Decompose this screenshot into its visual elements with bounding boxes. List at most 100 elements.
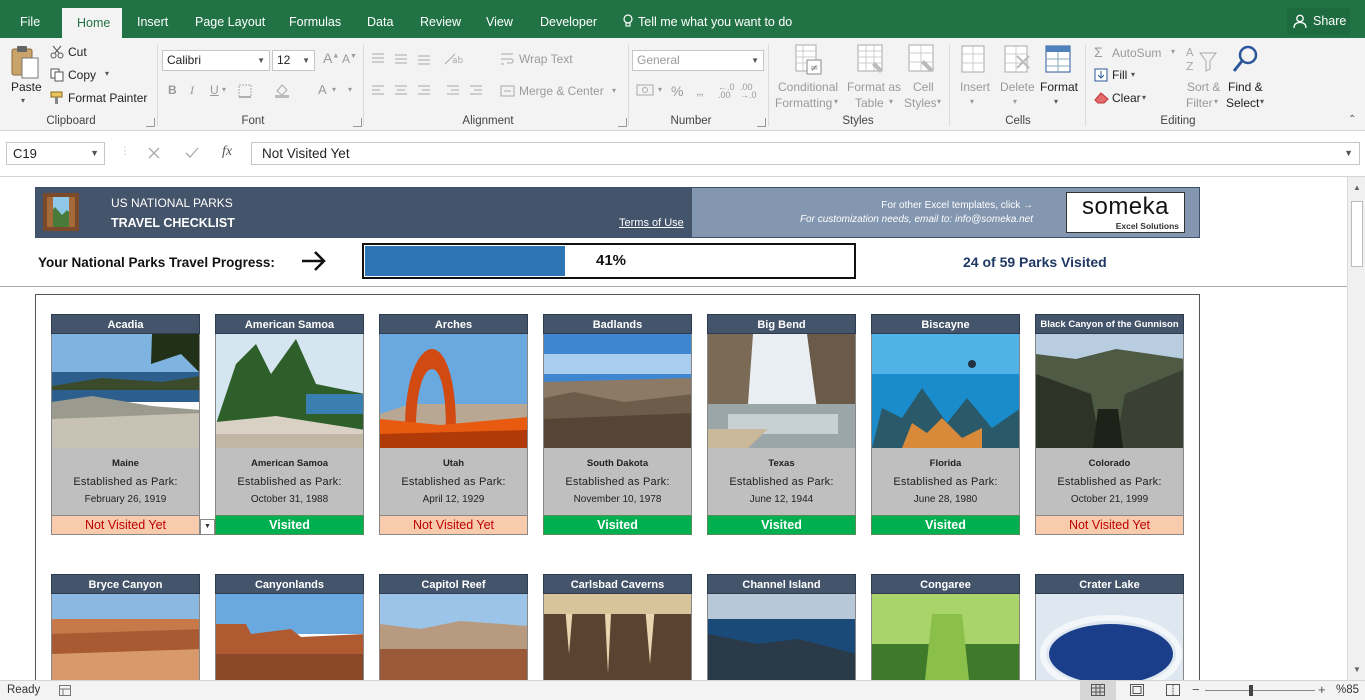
sort-chevron-icon[interactable]: ▾ [1214,97,1218,106]
comma-style-icon[interactable]: ,,, [696,84,704,98]
tell-me-search[interactable]: Tell me what you want to do [622,0,792,38]
number-format-box[interactable]: General ▼ [632,50,764,71]
font-name-box[interactable]: Calibri ▼ [162,50,270,71]
grow-font-icon[interactable]: A▲ [323,50,339,66]
cancel-icon[interactable] [148,147,160,159]
indent-icons[interactable] [446,84,486,98]
horizontal-align-icons[interactable] [371,84,441,98]
delete-cells-button[interactable]: Delete [1000,80,1035,94]
conditional-chevron-icon[interactable]: ▾ [834,97,838,106]
normal-view-button[interactable] [1080,681,1116,700]
increase-decimal-icon[interactable]: ←.0.00 [718,83,735,100]
cell-styles-button[interactable]: Cell [913,80,934,94]
share-button[interactable]: Share [1287,8,1350,35]
status-cell-acadia[interactable]: Not Visited Yet [51,515,200,535]
scroll-up-icon[interactable]: ▲ [1353,183,1361,192]
formula-input[interactable]: Not Visited Yet ▼ [251,142,1360,165]
status-cell-black-canyon[interactable]: Not Visited Yet [1035,515,1184,535]
autosum-button[interactable]: AutoSum [1112,46,1161,60]
clear-chevron-icon[interactable]: ▾ [1142,93,1146,102]
underline-chevron-icon[interactable]: ▾ [222,85,226,94]
tab-review[interactable]: Review [420,0,461,38]
copy-chevron-icon[interactable]: ▾ [105,69,109,78]
wrap-text-button[interactable]: Wrap Text [519,52,573,66]
status-cell-big-bend[interactable]: Visited [707,515,856,535]
scrollbar-thumb[interactable] [1351,201,1363,267]
tab-data[interactable]: Data [367,0,393,38]
zoom-level[interactable]: %85 [1336,684,1359,696]
italic-button[interactable]: I [190,83,194,98]
bold-button[interactable]: B [168,83,177,97]
borders-icon[interactable] [238,84,252,98]
paste-icon[interactable] [10,45,40,81]
tab-developer[interactable]: Developer [540,0,597,38]
status-cell-biscayne[interactable]: Visited [871,515,1020,535]
terms-of-use-link[interactable]: Terms of Use [619,217,684,229]
format-painter-button[interactable]: Format Painter [68,91,147,105]
vertical-align-icons[interactable] [371,52,441,66]
zoom-slider[interactable] [1205,690,1315,691]
tab-file[interactable]: File [20,0,40,38]
page-layout-view-icon[interactable] [1130,684,1144,696]
worksheet[interactable]: US NATIONAL PARKS TRAVEL CHECKLIST Terms… [0,177,1347,680]
tab-view[interactable]: View [486,0,513,38]
font-launcher-icon[interactable] [353,118,362,127]
fill-chevron-icon[interactable]: ▾ [1131,70,1135,79]
enter-check-icon[interactable] [185,147,199,159]
copy-button[interactable]: Copy [68,68,96,82]
font-color-icon[interactable]: A [318,82,327,97]
collapse-ribbon-icon[interactable]: ⌃ [1348,114,1356,125]
font-color-chevron-icon[interactable]: ▾ [332,85,336,94]
alignment-launcher-icon[interactable] [618,118,627,127]
shrink-font-icon[interactable]: A▼ [342,52,357,66]
status-dropdown-button[interactable]: ▼ [200,519,215,535]
number-launcher-icon[interactable] [757,118,766,127]
format-as-table-button[interactable]: Format as [847,80,901,94]
format-chevron-icon[interactable]: ▾ [1054,97,1058,106]
vertical-scrollbar[interactable]: ▲ ▼ [1347,177,1365,680]
insert-function-icon[interactable]: fx [222,144,232,160]
merge-chevron-icon[interactable]: ▾ [612,86,616,95]
percent-button[interactable]: % [671,83,683,99]
zoom-in-icon[interactable]: + [1318,682,1326,697]
font-size-box[interactable]: 12 ▼ [272,50,315,71]
format-cells-button[interactable]: Format [1040,80,1078,94]
decrease-decimal-icon[interactable]: .00 →.0 [740,83,757,100]
sort-filter-button[interactable]: Sort & [1187,80,1220,94]
cut-button[interactable]: Cut [68,45,87,59]
paste-chevron-icon[interactable]: ▾ [21,96,25,105]
status-cell-arches[interactable]: Not Visited Yet [379,515,528,535]
conditional-formatting-button[interactable]: Conditional [778,80,838,94]
fill-color-icon[interactable] [274,83,290,98]
other-templates-link[interactable]: For other Excel templates, click → [881,200,1033,211]
tab-insert[interactable]: Insert [137,0,168,38]
clipboard-launcher-icon[interactable] [146,118,155,127]
insert-chevron-icon[interactable]: ▾ [970,97,974,106]
clear-button[interactable]: Clear [1112,91,1141,105]
accounting-chevron-icon[interactable]: ▾ [658,85,662,94]
table-chevron-icon[interactable]: ▾ [889,97,893,106]
fill-color-chevron-icon[interactable]: ▾ [348,85,352,94]
zoom-slider-handle[interactable] [1249,685,1253,696]
macro-record-icon[interactable] [59,685,71,696]
status-cell-american-samoa[interactable]: Visited [215,515,364,535]
zoom-out-icon[interactable]: − [1192,682,1200,697]
tab-home[interactable]: Home [62,8,122,38]
cell-styles-chevron-icon[interactable]: ▾ [937,97,941,106]
scroll-down-icon[interactable]: ▼ [1353,665,1361,674]
page-break-view-icon[interactable] [1166,684,1180,696]
underline-button[interactable]: U [210,83,219,97]
tab-formulas[interactable]: Formulas [289,0,341,38]
find-select-button[interactable]: Find & [1228,80,1263,94]
paste-button[interactable]: Paste [11,80,42,94]
insert-cells-button[interactable]: Insert [960,80,990,94]
accounting-icon[interactable] [636,83,656,97]
fill-button[interactable]: Fill [1112,68,1127,82]
tab-page-layout[interactable]: Page Layout [195,0,265,38]
someka-logo[interactable]: someka Excel Solutions [1066,192,1185,233]
autosum-chevron-icon[interactable]: ▾ [1171,47,1175,56]
status-cell-badlands[interactable]: Visited [543,515,692,535]
merge-center-button[interactable]: Merge & Center [519,84,604,98]
delete-chevron-icon[interactable]: ▾ [1013,97,1017,106]
orientation-icon[interactable]: ab [442,52,482,66]
